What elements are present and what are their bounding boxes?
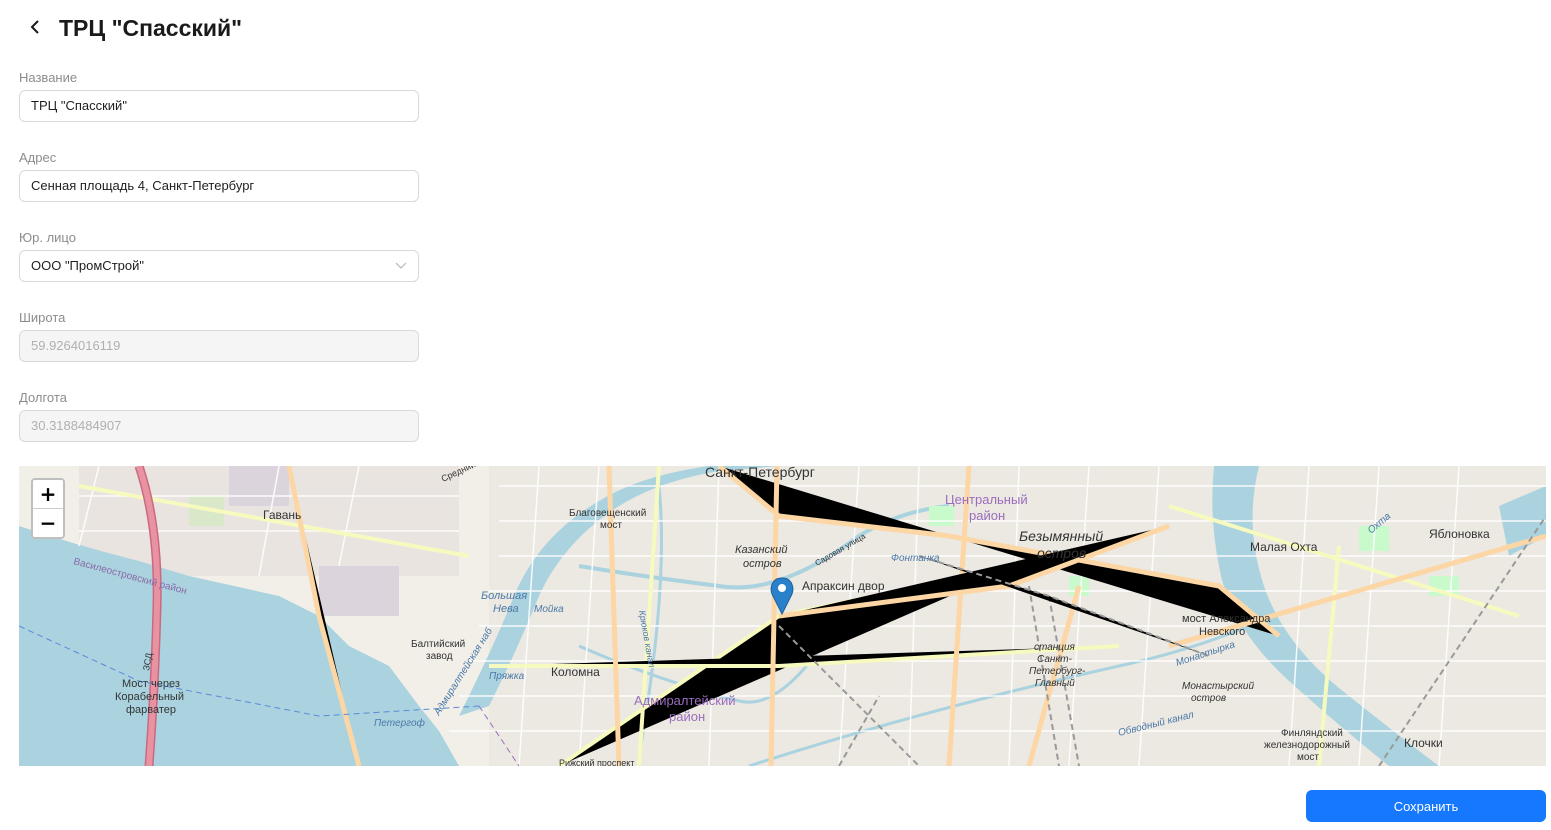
- label-most-3: фарватер: [126, 704, 176, 716]
- label-kolomna: Коломна: [551, 665, 600, 679]
- label-rizhsky: Рижский проспект: [559, 758, 634, 766]
- zoom-out-button[interactable]: −: [33, 508, 63, 537]
- back-button[interactable]: [22, 14, 48, 40]
- label-monastyrsky-2: остров: [1191, 693, 1226, 704]
- label-petergof: Петергоф: [374, 717, 426, 729]
- label-baltic-1: Балтийский: [411, 639, 465, 650]
- label-malaya-okhta: Малая Охта: [1250, 540, 1318, 554]
- label-baltic-2: завод: [426, 651, 453, 662]
- longitude-label: Долгота: [19, 390, 67, 405]
- legal-entity-label: Юр. лицо: [19, 230, 76, 245]
- longitude-input: 30.3188484907: [19, 410, 419, 442]
- label-fontanka: Фонтанка: [891, 553, 940, 564]
- map-tiles: Санкт-Петербург Гавань Василеостровский …: [19, 466, 1546, 766]
- label-kazansky-1: Казанский: [735, 544, 787, 556]
- label-finlyandsky-2: железнодорожный: [1264, 740, 1350, 751]
- zoom-control: + −: [31, 478, 65, 539]
- label-kazansky-2: остров: [743, 558, 782, 570]
- label-central-2: район: [969, 508, 1005, 523]
- label-yablonovka: Яблоновка: [1429, 527, 1490, 541]
- label-station-1: станция: [1034, 642, 1076, 653]
- map[interactable]: Санкт-Петербург Гавань Василеостровский …: [19, 466, 1546, 766]
- legal-entity-select[interactable]: ООО "ПромСтрой": [19, 250, 419, 282]
- label-finlyandsky-3: мост: [1297, 752, 1319, 763]
- label-klochki: Клочки: [1404, 736, 1443, 750]
- label-most-2: Корабельный: [115, 691, 184, 703]
- label-gavan: Гавань: [263, 508, 301, 522]
- save-button[interactable]: Сохранить: [1306, 790, 1546, 822]
- label-bezymyanny-2: остров: [1037, 545, 1086, 561]
- label-nevsky-most-2: Невского: [1199, 626, 1245, 638]
- label-apraksin: Апраксин двор: [802, 579, 885, 593]
- label-most-1: Мост через: [122, 678, 180, 690]
- label-blagoveshchensky-2: мост: [600, 520, 622, 531]
- label-admiralteysky-2: район: [669, 709, 705, 724]
- address-input[interactable]: Сенная площадь 4, Санкт-Петербург: [19, 170, 419, 202]
- label-blagoveshchensky-1: Благовещенский: [569, 508, 646, 519]
- label-station-3: Петербург-: [1029, 665, 1086, 677]
- name-input[interactable]: ТРЦ "Спасский": [19, 90, 419, 122]
- chevron-down-icon: [395, 262, 407, 269]
- latitude-label: Широта: [19, 310, 66, 325]
- label-bolshaya-neva-1: Большая: [481, 590, 527, 602]
- label-admiralteysky-1: Адмиралтейский: [634, 693, 736, 708]
- legal-entity-value: ООО "ПромСтрой": [31, 258, 144, 273]
- page-title: ТРЦ "Спасский": [59, 15, 243, 41]
- label-station-4: Главный: [1035, 678, 1075, 689]
- label-monastyrsky-1: Монастырский: [1182, 681, 1254, 692]
- label-city: Санкт-Петербург: [705, 466, 815, 480]
- label-moyka: Мойка: [534, 604, 564, 615]
- label-nevsky-most-1: мост Александра: [1182, 613, 1271, 625]
- label-bolshaya-neva-2: Нева: [493, 603, 519, 615]
- name-label: Название: [19, 70, 78, 85]
- address-label: Адрес: [19, 150, 57, 165]
- label-pryazhka: Пряжка: [489, 671, 525, 682]
- zoom-in-button[interactable]: +: [33, 480, 63, 508]
- label-finlyandsky-1: Финляндский: [1281, 728, 1343, 739]
- label-station-2: Санкт-: [1037, 654, 1073, 665]
- label-central-1: Центральный: [945, 492, 1028, 507]
- latitude-input: 59.9264016119: [19, 330, 419, 362]
- chevron-left-icon: [30, 20, 39, 34]
- label-bezymyanny-1: Безымянный: [1019, 528, 1103, 544]
